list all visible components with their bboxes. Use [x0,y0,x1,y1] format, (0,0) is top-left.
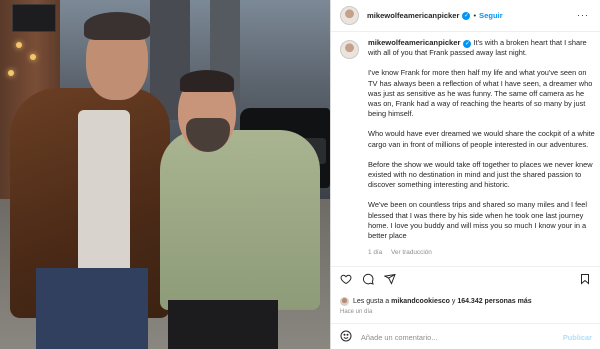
caption-paragraph: I've know Frank for more then half my li… [368,68,593,119]
follow-button[interactable]: Seguir [479,11,503,20]
photo-light [16,42,22,48]
share-icon[interactable] [384,273,396,285]
photo-light [8,70,14,76]
separator-dot: • [473,11,477,20]
post-photo[interactable] [0,0,330,349]
photo-person-right-hair [180,70,234,92]
likes-prefix: Les gusta a [353,298,390,305]
caption-row: mikewolfeamericanpicker ✓ It's with a bro… [340,38,596,258]
caption-username[interactable]: mikewolfeamericanpicker [368,38,460,47]
instagram-post: mikewolfeamericanpicker ✓ • Seguir ··· m… [0,0,600,349]
photo-person-right-pants [168,300,278,349]
header-username[interactable]: mikewolfeamericanpicker [367,11,459,20]
caption-text: mikewolfeamericanpicker ✓ It's with a bro… [368,38,596,258]
caption-meta: 1 día Ver traducción [368,248,596,258]
post-comment-button[interactable]: Publicar [563,333,592,342]
comment-input[interactable] [361,332,563,342]
caption-paragraph: mikewolfeamericanpicker ✓ It's with a bro… [368,38,596,58]
caption-paragraph: Before the show we would take off togeth… [368,159,593,190]
post-header: mikewolfeamericanpicker ✓ • Seguir ··· [331,0,600,32]
likes-summary: Les gusta a mikandcookiesco y 164.342 pe… [340,297,532,306]
photo-person-left-shirt [78,110,130,275]
post-actions: Les gusta a mikandcookiesco y 164.342 pe… [331,266,600,346]
photo-light [30,54,36,60]
avatar[interactable] [340,40,359,59]
caption-time: 1 día [368,249,383,257]
likes-connector: y [451,298,456,305]
action-icons [340,273,396,285]
bookmark-icon[interactable] [579,273,591,285]
caption-paragraph: We've been on countless trips and shared… [368,200,588,241]
comment-icon[interactable] [362,273,374,285]
verified-badge-icon: ✓ [463,40,472,48]
caption-paragraph: Who would have ever dreamed we would sha… [368,129,595,149]
post-sidebar: mikewolfeamericanpicker ✓ • Seguir ··· m… [330,0,600,349]
photo-person-left-jeans [36,268,148,349]
photo-person-right-shirt [160,130,320,310]
heart-icon[interactable] [340,273,352,285]
likes-count[interactable]: 164.342 personas más [457,298,531,305]
post-timestamp: Hace un día [340,309,373,315]
translate-link[interactable]: Ver traducción [391,249,432,256]
photo-person-left-hair [84,12,150,40]
comment-bar: Publicar [331,323,600,349]
post-caption-area: mikewolfeamericanpicker ✓ It's with a bro… [340,38,596,258]
avatar[interactable] [340,6,359,25]
photo-storefront-sign [12,4,56,32]
more-options-icon[interactable]: ··· [577,10,589,20]
likes-user[interactable]: mikandcookiesco [391,298,450,305]
emoji-icon[interactable] [340,330,352,344]
avatar[interactable] [340,297,349,306]
verified-badge-icon: ✓ [462,11,471,20]
